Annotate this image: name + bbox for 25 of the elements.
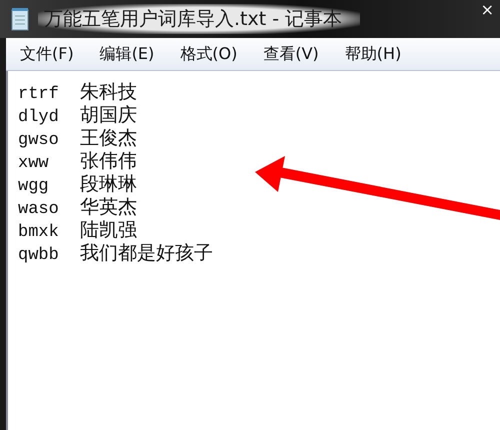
menu-item[interactable]: 编辑(E) <box>98 42 156 66</box>
word-text: 陆凯强 <box>80 218 137 243</box>
code-text: rtrf <box>18 85 60 104</box>
notepad-icon <box>10 7 30 31</box>
code-text: bmxk <box>18 223 60 242</box>
text-area[interactable]: rtrf 朱科技 dlyd 胡国庆 gwso 王俊杰 xww 张伟伟 wgg 段琳琳 waso 华英杰 bmxk 陆凯强 qwbb 我们都是好孩子 <box>6 71 500 430</box>
code-text: gwso <box>18 131 60 150</box>
code-text: xww <box>18 154 50 173</box>
word-text: 胡国庆 <box>80 103 137 128</box>
menu-item[interactable]: 帮助(H) <box>342 42 404 66</box>
word-text: 张伟伟 <box>80 149 137 174</box>
menu-item[interactable]: 查看(V) <box>261 42 321 66</box>
word-text: 我们都是好孩子 <box>80 241 213 266</box>
word-text: 王俊杰 <box>80 126 137 151</box>
code-text: wgg <box>18 177 50 196</box>
menu-item[interactable]: 文件(F) <box>18 42 76 66</box>
close-button[interactable]: × <box>480 2 494 18</box>
word-text: 华英杰 <box>80 195 137 220</box>
code-text: waso <box>18 200 60 219</box>
code-text: qwbb <box>18 246 60 265</box>
window-title: 万能五笔用户词库导入.txt - 记事本 <box>38 4 360 34</box>
menu-item[interactable]: 格式(O) <box>178 42 240 66</box>
word-text: 段琳琳 <box>80 172 137 197</box>
word-text: 朱科技 <box>80 80 137 105</box>
code-text: dlyd <box>18 108 60 127</box>
